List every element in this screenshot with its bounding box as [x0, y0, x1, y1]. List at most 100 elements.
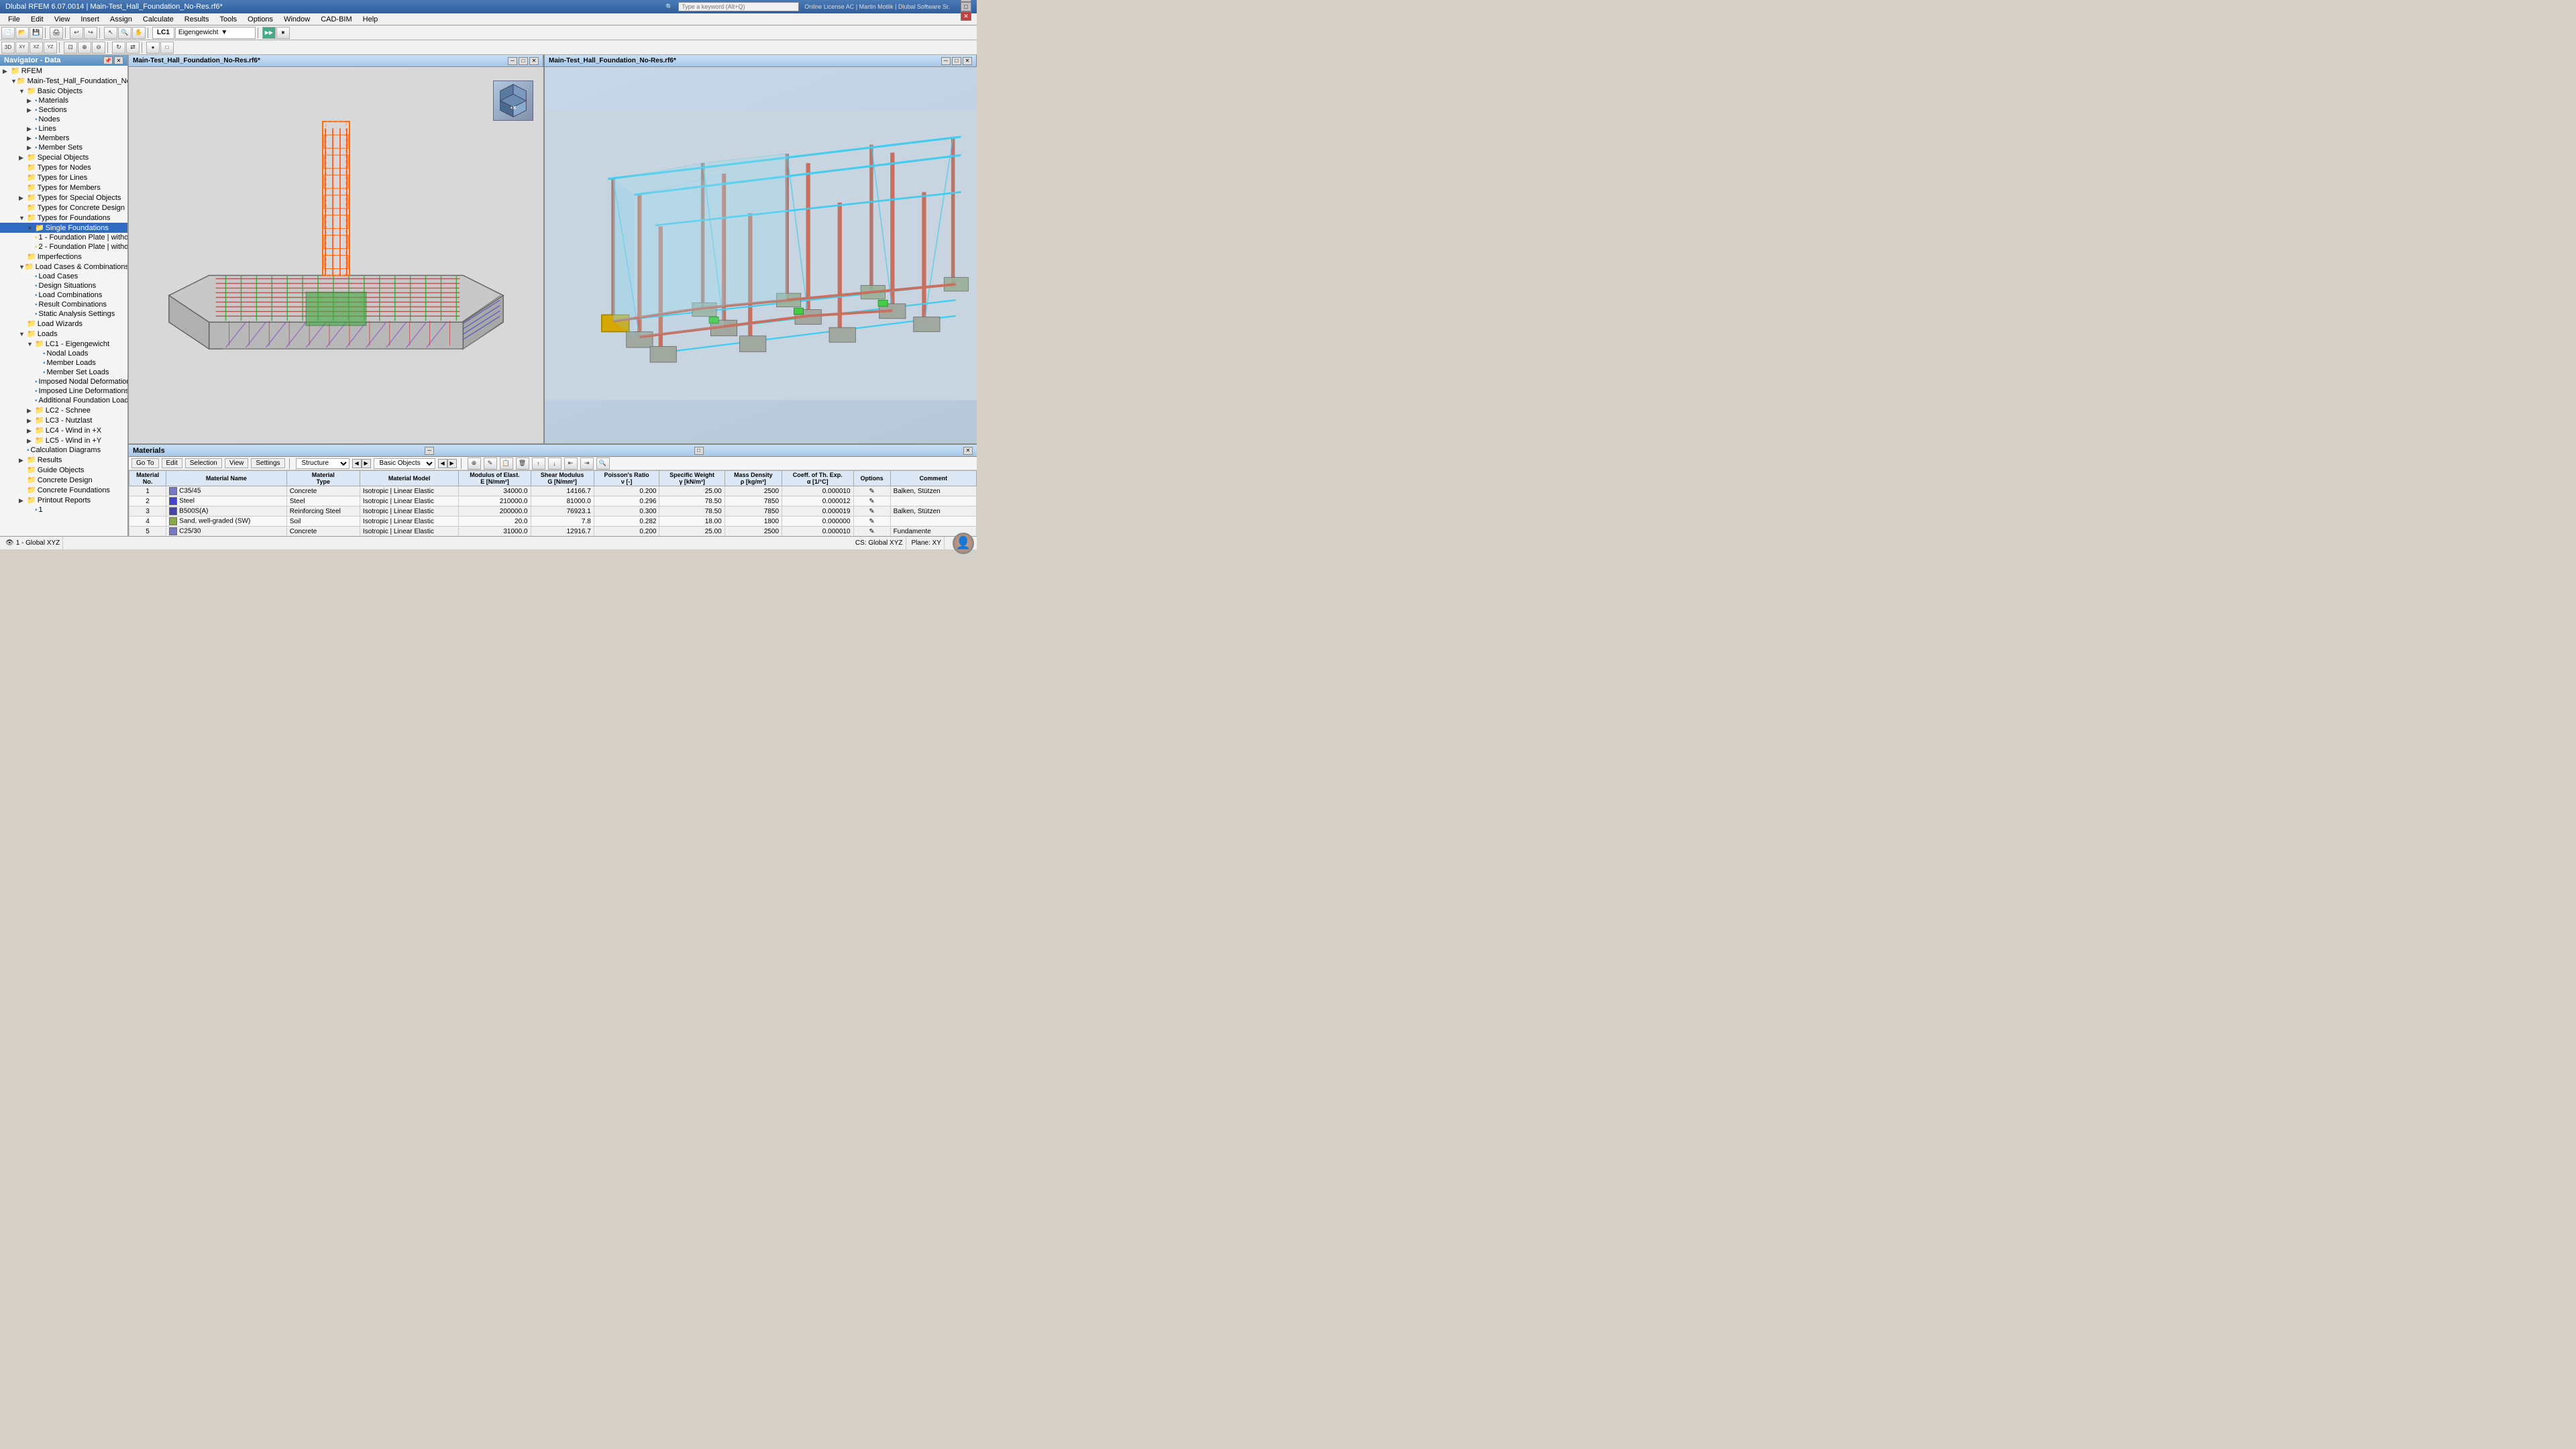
tree-item-design-situations[interactable]: ▪Design Situations: [0, 281, 127, 290]
view-yz-button[interactable]: YZ: [44, 42, 57, 54]
tree-item-types-for-lines[interactable]: 📁Types for Lines: [0, 172, 127, 182]
left-vp-max[interactable]: □: [519, 57, 528, 65]
open-button[interactable]: 📂: [15, 27, 29, 39]
tree-item-project[interactable]: ▼📁Main-Test_Hall_Foundation_No-Res.rf6*: [0, 76, 127, 86]
tree-item-materials[interactable]: ▶▪Materials: [0, 96, 127, 105]
tree-item-lines[interactable]: ▶▪Lines: [0, 124, 127, 133]
tree-item-load-combinations[interactable]: ▪Load Combinations: [0, 290, 127, 300]
filter2-next[interactable]: ▶: [447, 459, 457, 468]
tree-item-report-1[interactable]: ▪1: [0, 505, 127, 515]
bt-icon-8[interactable]: ⇥: [580, 458, 594, 470]
menu-results[interactable]: Results: [179, 13, 215, 25]
menu-file[interactable]: File: [3, 13, 25, 25]
filter2-prev[interactable]: ◀: [438, 459, 447, 468]
tree-item-types-for-members[interactable]: 📁Types for Members: [0, 182, 127, 193]
tree-item-load-cases[interactable]: ▪Load Cases: [0, 272, 127, 281]
tree-item-basic-objects[interactable]: ▼📁Basic Objects: [0, 86, 127, 96]
tree-item-lc2[interactable]: ▶📁LC2 - Schnee: [0, 405, 127, 415]
filter-next[interactable]: ▶: [362, 459, 371, 468]
pan-button[interactable]: ✋: [132, 27, 146, 39]
wireframe-button[interactable]: □: [160, 42, 174, 54]
table-row[interactable]: 1 C35/45 Concrete Isotropic | Linear Ela…: [129, 486, 977, 496]
right-vp-close[interactable]: ✕: [963, 57, 972, 65]
tree-item-imposed-nodal-deformations[interactable]: ▪Imposed Nodal Deformations: [0, 377, 127, 386]
tree-item-calculation-diagrams[interactable]: ▪Calculation Diagrams: [0, 445, 127, 455]
bottom-panel-max[interactable]: □: [694, 447, 704, 455]
zoom-out-button[interactable]: ⊖: [92, 42, 105, 54]
bottom-panel-min[interactable]: ─: [425, 447, 434, 455]
bt-icon-9[interactable]: 🔍: [596, 458, 610, 470]
tree-item-member-loads[interactable]: ▪Member Loads: [0, 358, 127, 368]
rotate-button[interactable]: ↻: [112, 42, 125, 54]
close-button[interactable]: ✕: [961, 11, 971, 21]
cell-options[interactable]: ✎: [853, 517, 890, 527]
tree-item-foundation-1[interactable]: ▫1 - Foundation Plate | without Groundw: [0, 233, 127, 242]
bt-icon-5[interactable]: ↑: [532, 458, 545, 470]
view3d-button[interactable]: 3D: [1, 42, 15, 54]
table-row[interactable]: 3 B500S(A) Reinforcing Steel Isotropic |…: [129, 506, 977, 517]
tree-item-imposed-line-deformations[interactable]: ▪Imposed Line Deformations: [0, 386, 127, 396]
bt-icon-1[interactable]: ⊕: [468, 458, 481, 470]
cell-options[interactable]: ✎: [853, 506, 890, 517]
left-vp-close[interactable]: ✕: [529, 57, 539, 65]
menu-tools[interactable]: Tools: [214, 13, 242, 25]
view-xz-button[interactable]: XZ: [30, 42, 43, 54]
bottom-panel-close[interactable]: ✕: [963, 447, 973, 455]
tree-item-types-for-foundations[interactable]: ▼📁Types for Foundations: [0, 213, 127, 223]
menu-options[interactable]: Options: [242, 13, 278, 25]
filter-dropdown[interactable]: Structure: [296, 458, 350, 469]
navigator-tree[interactable]: ▶📁RFEM▼📁Main-Test_Hall_Foundation_No-Res…: [0, 66, 127, 536]
navigator-pin-button[interactable]: 📌: [103, 56, 113, 64]
tree-item-member-set-loads[interactable]: ▪Member Set Loads: [0, 368, 127, 377]
tree-item-load-cases-combinations[interactable]: ▼📁Load Cases & Combinations: [0, 262, 127, 272]
tree-item-printout-reports[interactable]: ▶📁Printout Reports: [0, 495, 127, 505]
tree-item-static-analysis-settings[interactable]: ▪Static Analysis Settings: [0, 309, 127, 319]
tree-item-nodes[interactable]: ▪Nodes: [0, 115, 127, 124]
filter2-dropdown[interactable]: Basic Objects: [374, 458, 435, 469]
bt-icon-4[interactable]: 🗑: [516, 458, 529, 470]
right-viewport-canvas[interactable]: [545, 67, 977, 443]
menu-view[interactable]: View: [49, 13, 76, 25]
tree-item-special-objects[interactable]: ▶📁Special Objects: [0, 152, 127, 162]
tree-item-guide-objects[interactable]: 📁Guide Objects: [0, 465, 127, 475]
tree-item-results[interactable]: ▶📁Results: [0, 455, 127, 465]
right-vp-max[interactable]: □: [952, 57, 961, 65]
zoom-button[interactable]: 🔍: [118, 27, 131, 39]
table-row[interactable]: 5 C25/30 Concrete Isotropic | Linear Ela…: [129, 527, 977, 536]
menu-help[interactable]: Help: [358, 13, 384, 25]
tree-item-nodal-loads[interactable]: ▪Nodal Loads: [0, 349, 127, 358]
select-button[interactable]: ↖: [104, 27, 117, 39]
menu-assign[interactable]: Assign: [105, 13, 138, 25]
mirror-button[interactable]: ⇄: [126, 42, 140, 54]
tree-item-loads[interactable]: ▼📁Loads: [0, 329, 127, 339]
lc-dropdown[interactable]: Eigengewicht ▼: [175, 27, 256, 39]
tree-item-member-sets[interactable]: ▶▪Member Sets: [0, 143, 127, 152]
stop-button[interactable]: ⏹: [276, 27, 290, 39]
tree-item-concrete-foundations[interactable]: 📁Concrete Foundations: [0, 485, 127, 495]
goto-button[interactable]: Go To: [131, 458, 159, 468]
edit-button[interactable]: Edit: [162, 458, 182, 468]
left-vp-min[interactable]: ─: [508, 57, 517, 65]
cell-options[interactable]: ✎: [853, 527, 890, 536]
zoom-all-button[interactable]: ⊡: [64, 42, 77, 54]
menu-calculate[interactable]: Calculate: [138, 13, 179, 25]
tree-item-lc5-wind-y[interactable]: ▶📁LC5 - Wind in +Y: [0, 435, 127, 445]
cell-options[interactable]: ✎: [853, 496, 890, 506]
tree-item-lc3[interactable]: ▶📁LC3 - Nutzlast: [0, 415, 127, 425]
view-xy-button[interactable]: XY: [15, 42, 29, 54]
tree-item-lc1[interactable]: ▼📁LC1 - Eigengewicht: [0, 339, 127, 349]
tree-item-members[interactable]: ▶▪Members: [0, 133, 127, 143]
menu-insert[interactable]: Insert: [75, 13, 105, 25]
navigator-close-button[interactable]: ✕: [114, 56, 123, 64]
tree-item-types-for-concrete-design[interactable]: 📁Types for Concrete Design: [0, 203, 127, 213]
run-button[interactable]: ▶▶: [262, 27, 276, 39]
table-row[interactable]: 4 Sand, well-graded (SW) Soil Isotropic …: [129, 517, 977, 527]
tree-item-foundation-2[interactable]: ▫2 - Foundation Plate | without Groundw: [0, 242, 127, 252]
view-button[interactable]: View: [225, 458, 249, 468]
menu-cadbim[interactable]: CAD-BIM: [315, 13, 357, 25]
redo-button[interactable]: ↪: [84, 27, 97, 39]
new-button[interactable]: 📄: [1, 27, 15, 39]
tree-item-types-for-special-objects[interactable]: ▶📁Types for Special Objects: [0, 193, 127, 203]
bt-icon-3[interactable]: 📋: [500, 458, 513, 470]
tree-item-types-for-nodes[interactable]: 📁Types for Nodes: [0, 162, 127, 172]
